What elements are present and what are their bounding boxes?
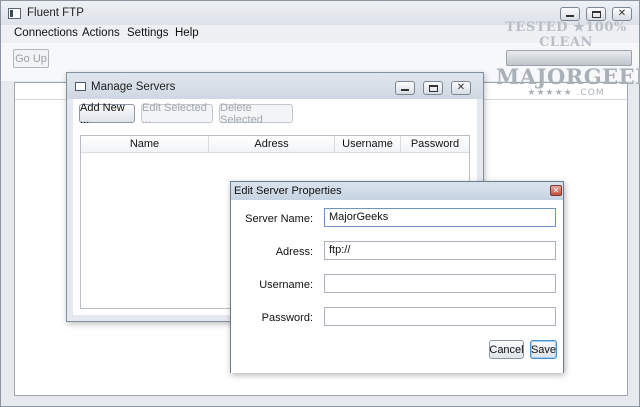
ms-maximize-button[interactable]	[423, 81, 443, 95]
app-window-icon	[8, 8, 21, 19]
username-input[interactable]	[324, 274, 556, 293]
close-icon: ✕	[456, 82, 466, 93]
address-input[interactable]: ftp://	[324, 241, 556, 260]
server-name-input[interactable]: MajorGeeks	[324, 208, 556, 227]
add-new-button[interactable]: Add New ...	[79, 102, 135, 126]
server-name-label: Server Name:	[245, 213, 313, 225]
column-header-username[interactable]: Username	[335, 136, 401, 153]
edit-properties-title-bar: Edit Server Properties ✕	[231, 182, 563, 200]
maximize-icon	[428, 84, 438, 92]
delete-selected-button[interactable]: Delete Selected	[219, 102, 293, 126]
minimize-icon	[566, 15, 574, 17]
watermark-brand: MAJORGEEKS	[496, 64, 640, 89]
column-header-address[interactable]: Adress	[209, 136, 335, 153]
manage-servers-title-bar: Manage Servers ✕	[67, 73, 483, 99]
watermark-tagline: TESTED ★100% CLEAN	[505, 20, 627, 50]
watermark-domain: ★★★★★ .COM	[527, 88, 605, 98]
close-button[interactable]: ✕	[612, 7, 632, 21]
watermark: TESTED ★100% CLEAN MAJORGEEKS ★★★★★ .COM	[496, 20, 640, 100]
ms-minimize-button[interactable]	[395, 81, 415, 95]
close-icon: ✕	[552, 186, 560, 195]
edit-properties-close-button[interactable]: ✕	[550, 185, 562, 196]
maximize-icon	[591, 10, 601, 18]
minimize-icon	[401, 89, 409, 91]
window-title: Fluent FTP	[27, 7, 84, 19]
ms-close-button[interactable]: ✕	[451, 81, 471, 95]
username-label: Username:	[259, 279, 313, 291]
cancel-button[interactable]: Cancel	[489, 340, 524, 359]
edit-selected-button[interactable]: Edit Selected ...	[141, 102, 213, 126]
column-header-name[interactable]: Name	[81, 136, 209, 153]
maximize-button[interactable]	[586, 7, 606, 21]
password-input[interactable]	[324, 307, 556, 326]
manage-servers-title: Manage Servers	[91, 81, 176, 93]
save-button[interactable]: Save	[530, 340, 557, 359]
menu-connections[interactable]: Connections	[14, 27, 78, 39]
edit-properties-title: Edit Server Properties	[234, 185, 342, 197]
edit-server-properties-dialog: Edit Server Properties ✕ Server Name: Ma…	[230, 181, 564, 373]
menu-help[interactable]: Help	[175, 27, 199, 39]
menu-settings[interactable]: Settings	[127, 27, 169, 39]
minimize-button[interactable]	[560, 7, 580, 21]
go-up-button[interactable]: Go Up	[13, 49, 49, 68]
address-label: Adress:	[275, 246, 313, 258]
column-header-password[interactable]: Password	[401, 136, 469, 153]
menu-actions[interactable]: Actions	[82, 27, 120, 39]
close-icon: ✕	[617, 8, 627, 19]
dialog-window-icon	[75, 82, 86, 91]
password-label: Password:	[261, 312, 313, 324]
